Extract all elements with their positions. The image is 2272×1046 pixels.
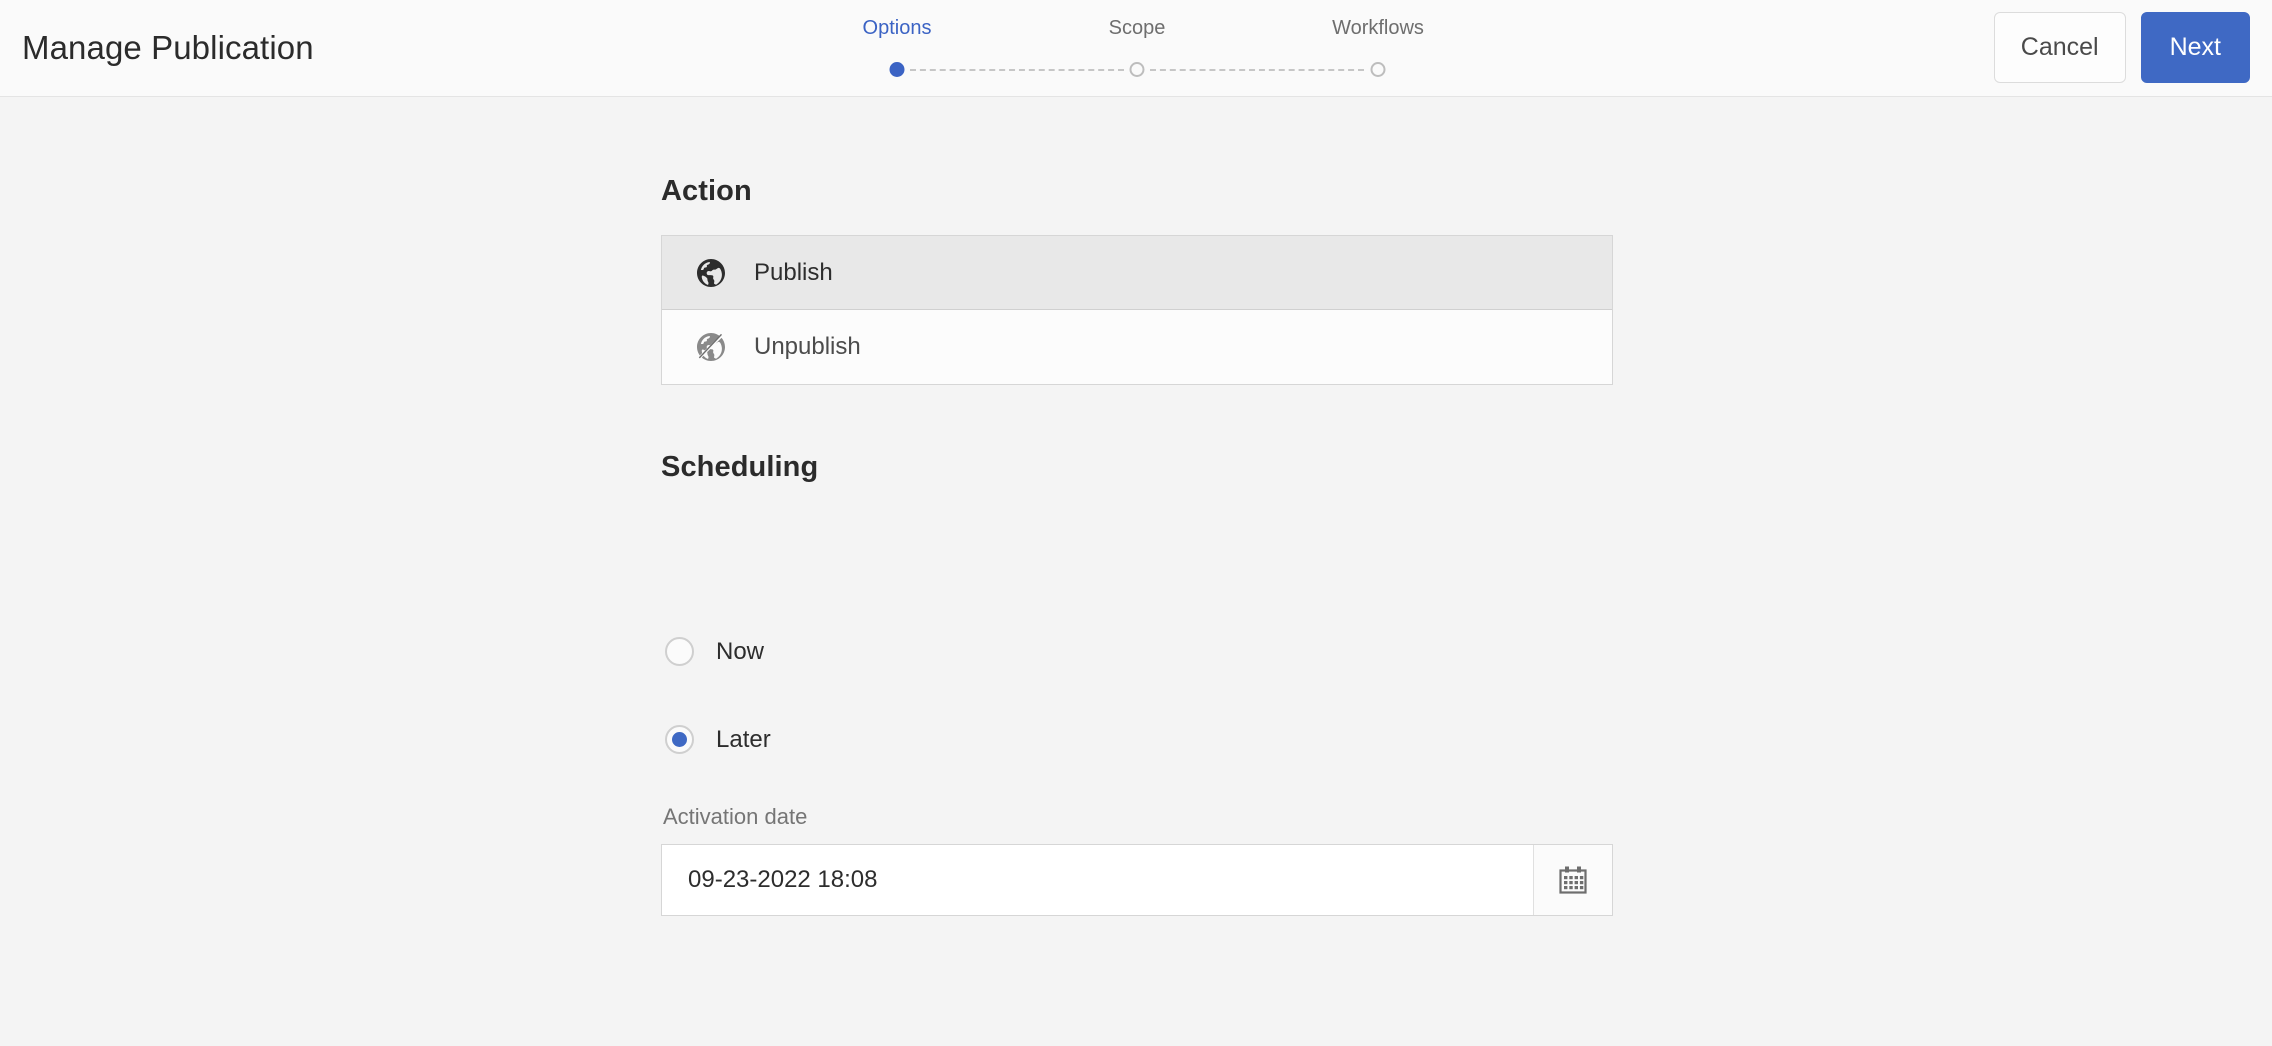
globe-slash-icon (694, 330, 728, 364)
radio-now-control[interactable] (665, 637, 694, 666)
next-button[interactable]: Next (2140, 12, 2250, 83)
step-label-workflows[interactable]: Workflows (1332, 14, 1424, 42)
radio-later-control[interactable] (665, 725, 694, 754)
globe-icon (694, 256, 728, 290)
stepper-track (840, 62, 1460, 78)
action-option-unpublish[interactable]: Unpublish (662, 310, 1612, 384)
app-header: Manage Publication Options Scope Workflo… (0, 0, 2272, 97)
step-label-scope[interactable]: Scope (1109, 14, 1166, 42)
stepper-connector-1 (910, 69, 1124, 71)
activation-date-input[interactable] (662, 845, 1533, 915)
scheduling-heading: Scheduling (661, 451, 819, 483)
action-heading: Action (661, 175, 752, 207)
radio-later-dot (672, 732, 687, 747)
stepper-connector-2 (1150, 69, 1364, 71)
cancel-button[interactable]: Cancel (1993, 12, 2126, 83)
action-option-label: Unpublish (754, 333, 861, 360)
calendar-icon (1557, 864, 1589, 896)
radio-later-label: Later (716, 725, 771, 753)
radio-now-label: Now (716, 637, 765, 665)
date-picker-button[interactable] (1533, 845, 1612, 915)
header-actions: Cancel Next (1993, 12, 2250, 83)
stepper-labels: Options Scope Workflows (840, 14, 1460, 42)
step-dot-scope[interactable] (1129, 62, 1145, 77)
step-dot-workflows[interactable] (1370, 62, 1386, 77)
radio-option-later[interactable]: Later (661, 725, 771, 754)
step-dot-options[interactable] (889, 62, 905, 77)
action-option-publish[interactable]: Publish (662, 236, 1612, 310)
step-label-options[interactable]: Options (863, 14, 932, 42)
page-title: Manage Publication (22, 29, 314, 66)
radio-option-now[interactable]: Now (661, 637, 764, 666)
action-option-label: Publish (754, 258, 833, 286)
activation-date-label: Activation date (663, 804, 808, 829)
wizard-stepper: Options Scope Workflows (840, 0, 1460, 96)
main-content: Action Publish Unpublish Scheduling Now … (0, 97, 2272, 1046)
action-option-list: Publish Unpublish (661, 235, 1613, 385)
activation-date-field (661, 844, 1613, 916)
